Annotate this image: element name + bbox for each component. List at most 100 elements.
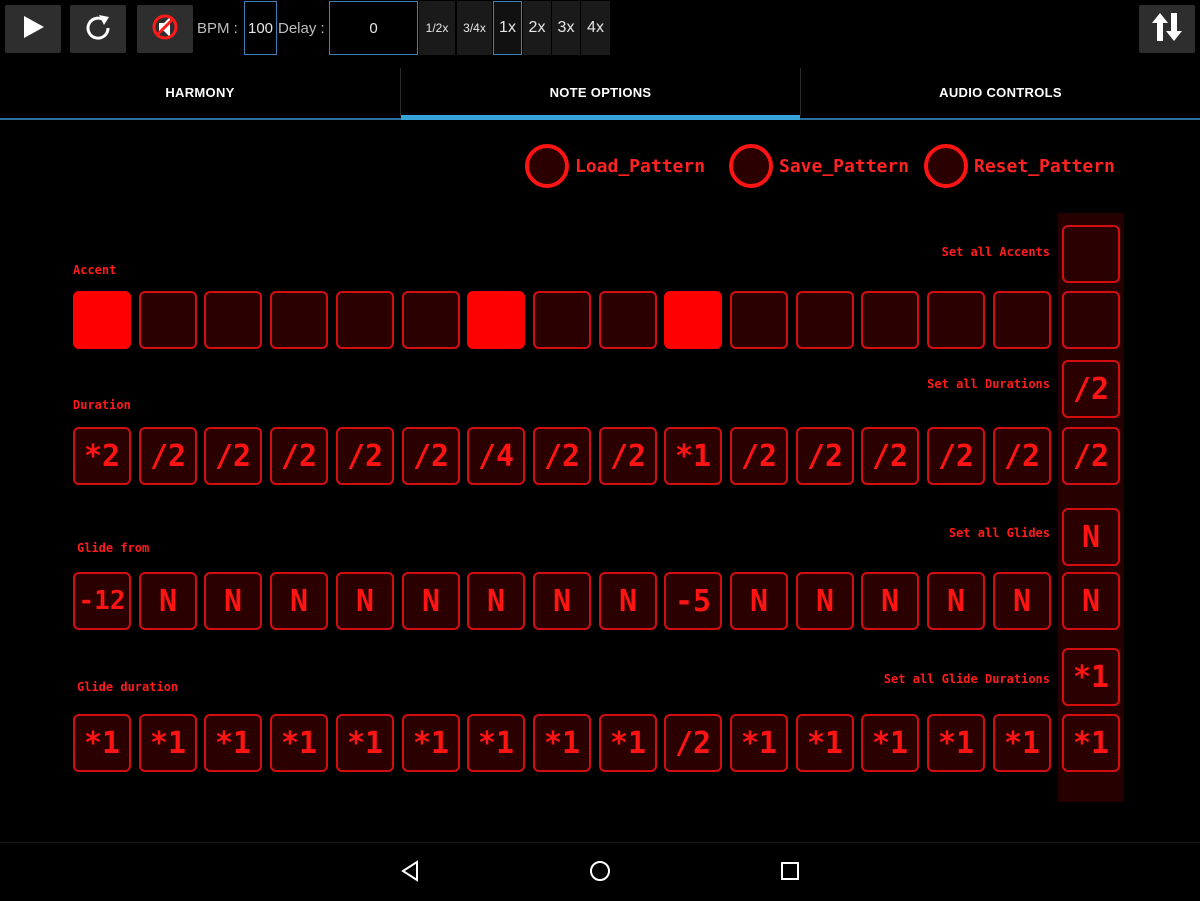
accent-step-4[interactable] (270, 291, 328, 349)
save-pattern-button[interactable]: Save_Pattern (729, 140, 909, 192)
duration-step-8[interactable]: /2 (533, 427, 591, 485)
glide-duration-step-13[interactable]: *1 (861, 714, 919, 772)
glide-from-step-14[interactable]: N (927, 572, 985, 630)
glide-duration-step-1[interactable]: *1 (73, 714, 131, 772)
accent-step-3[interactable] (204, 291, 262, 349)
play-button[interactable] (5, 5, 61, 53)
duration-step-7[interactable]: /4 (467, 427, 525, 485)
glide-duration-step-4[interactable]: *1 (270, 714, 328, 772)
mute-icon (150, 12, 180, 47)
recents-square-icon (779, 860, 801, 887)
glide-from-step-4[interactable]: N (270, 572, 328, 630)
accent-step-11[interactable] (730, 291, 788, 349)
glide-duration-step-11[interactable]: *1 (730, 714, 788, 772)
duration-step-1[interactable]: *2 (73, 427, 131, 485)
duration-step-9[interactable]: /2 (599, 427, 657, 485)
glide-from-all-cell[interactable]: N (1062, 572, 1120, 630)
accent-step-6[interactable] (402, 291, 460, 349)
reset-pattern-button[interactable]: Reset_Pattern (924, 140, 1115, 192)
top-toolbar: BPM : 100 Delay : 0 1/2x 3/4x 1x 2x 3x 4… (0, 0, 1200, 58)
glide-from-step-11[interactable]: N (730, 572, 788, 630)
glide-duration-step-9[interactable]: *1 (599, 714, 657, 772)
set-all-durations-button[interactable]: /2 (1062, 360, 1120, 418)
glide-from-step-9[interactable]: N (599, 572, 657, 630)
tab-audio-controls[interactable]: AUDIO CONTROLS (801, 64, 1200, 120)
glide-duration-step-15[interactable]: *1 (993, 714, 1051, 772)
speed-4x-button[interactable]: 4x (581, 1, 610, 55)
glide-duration-step-5[interactable]: *1 (336, 714, 394, 772)
set-all-glides-button[interactable]: N (1062, 508, 1120, 566)
reset-pattern-radio[interactable] (924, 144, 968, 188)
speed-three-quarter-button[interactable]: 3/4x (457, 1, 492, 55)
speed-2x-button[interactable]: 2x (523, 1, 551, 55)
duration-step-14[interactable]: /2 (927, 427, 985, 485)
accent-all-cell[interactable] (1062, 291, 1120, 349)
accent-step-10[interactable] (664, 291, 722, 349)
duration-step-2[interactable]: /2 (139, 427, 197, 485)
home-circle-icon (588, 859, 612, 888)
accent-step-1[interactable] (73, 291, 131, 349)
glide-from-step-10[interactable]: -5 (664, 572, 722, 630)
glide-duration-step-14[interactable]: *1 (927, 714, 985, 772)
glide-from-step-2[interactable]: N (139, 572, 197, 630)
refresh-button[interactable] (70, 5, 126, 53)
glide-from-step-8[interactable]: N (533, 572, 591, 630)
glide-duration-step-7[interactable]: *1 (467, 714, 525, 772)
duration-all-cell[interactable]: /2 (1062, 427, 1120, 485)
glide-duration-all-cell[interactable]: *1 (1062, 714, 1120, 772)
nav-back-button[interactable] (390, 853, 430, 893)
glide-duration-step-8[interactable]: *1 (533, 714, 591, 772)
glide-duration-label: Glide duration (77, 680, 179, 694)
delay-input[interactable]: 0 (329, 1, 418, 55)
speed-half-button[interactable]: 1/2x (419, 1, 455, 55)
tab-harmony[interactable]: HARMONY (0, 64, 400, 120)
glide-from-step-7[interactable]: N (467, 572, 525, 630)
duration-step-3[interactable]: /2 (204, 427, 262, 485)
nav-home-button[interactable] (580, 853, 620, 893)
glide-from-step-5[interactable]: N (336, 572, 394, 630)
mute-button[interactable] (137, 5, 193, 53)
glide-from-step-13[interactable]: N (861, 572, 919, 630)
accent-step-14[interactable] (927, 291, 985, 349)
accent-step-9[interactable] (599, 291, 657, 349)
save-pattern-label: Save_Pattern (779, 155, 910, 177)
glide-duration-step-12[interactable]: *1 (796, 714, 854, 772)
duration-step-15[interactable]: /2 (993, 427, 1051, 485)
swap-icon (1150, 10, 1184, 49)
accent-step-8[interactable] (533, 291, 591, 349)
bpm-input[interactable]: 100 (244, 1, 277, 55)
save-pattern-radio[interactable] (729, 144, 773, 188)
duration-step-4[interactable]: /2 (270, 427, 328, 485)
accent-step-15[interactable] (993, 291, 1051, 349)
glide-from-step-12[interactable]: N (796, 572, 854, 630)
glide-from-step-3[interactable]: N (204, 572, 262, 630)
glide-duration-step-3[interactable]: *1 (204, 714, 262, 772)
accent-step-5[interactable] (336, 291, 394, 349)
duration-step-5[interactable]: /2 (336, 427, 394, 485)
nav-recents-button[interactable] (770, 853, 810, 893)
duration-step-13[interactable]: /2 (861, 427, 919, 485)
duration-step-10[interactable]: *1 (664, 427, 722, 485)
accent-step-2[interactable] (139, 291, 197, 349)
accent-step-12[interactable] (796, 291, 854, 349)
glide-from-step-15[interactable]: N (993, 572, 1051, 630)
speed-1x-button[interactable]: 1x (493, 1, 522, 55)
load-pattern-button[interactable]: Load_Pattern (525, 140, 705, 192)
duration-step-6[interactable]: /2 (402, 427, 460, 485)
set-all-glide-durations-button[interactable]: *1 (1062, 648, 1120, 706)
swap-button[interactable] (1139, 5, 1195, 53)
glide-from-step-6[interactable]: N (402, 572, 460, 630)
glide-from-step-1[interactable]: -12 (73, 572, 131, 630)
load-pattern-radio[interactable] (525, 144, 569, 188)
speed-3x-button[interactable]: 3x (552, 1, 580, 55)
glide-duration-step-10[interactable]: /2 (664, 714, 722, 772)
glide-duration-step-2[interactable]: *1 (139, 714, 197, 772)
accent-step-7[interactable] (467, 291, 525, 349)
duration-step-11[interactable]: /2 (730, 427, 788, 485)
accent-step-13[interactable] (861, 291, 919, 349)
set-all-glides-label: Set all Glides (948, 526, 1050, 540)
set-all-accents-button[interactable] (1062, 225, 1120, 283)
glide-duration-step-6[interactable]: *1 (402, 714, 460, 772)
duration-step-12[interactable]: /2 (796, 427, 854, 485)
tab-note-options[interactable]: NOTE OPTIONS (401, 64, 800, 120)
